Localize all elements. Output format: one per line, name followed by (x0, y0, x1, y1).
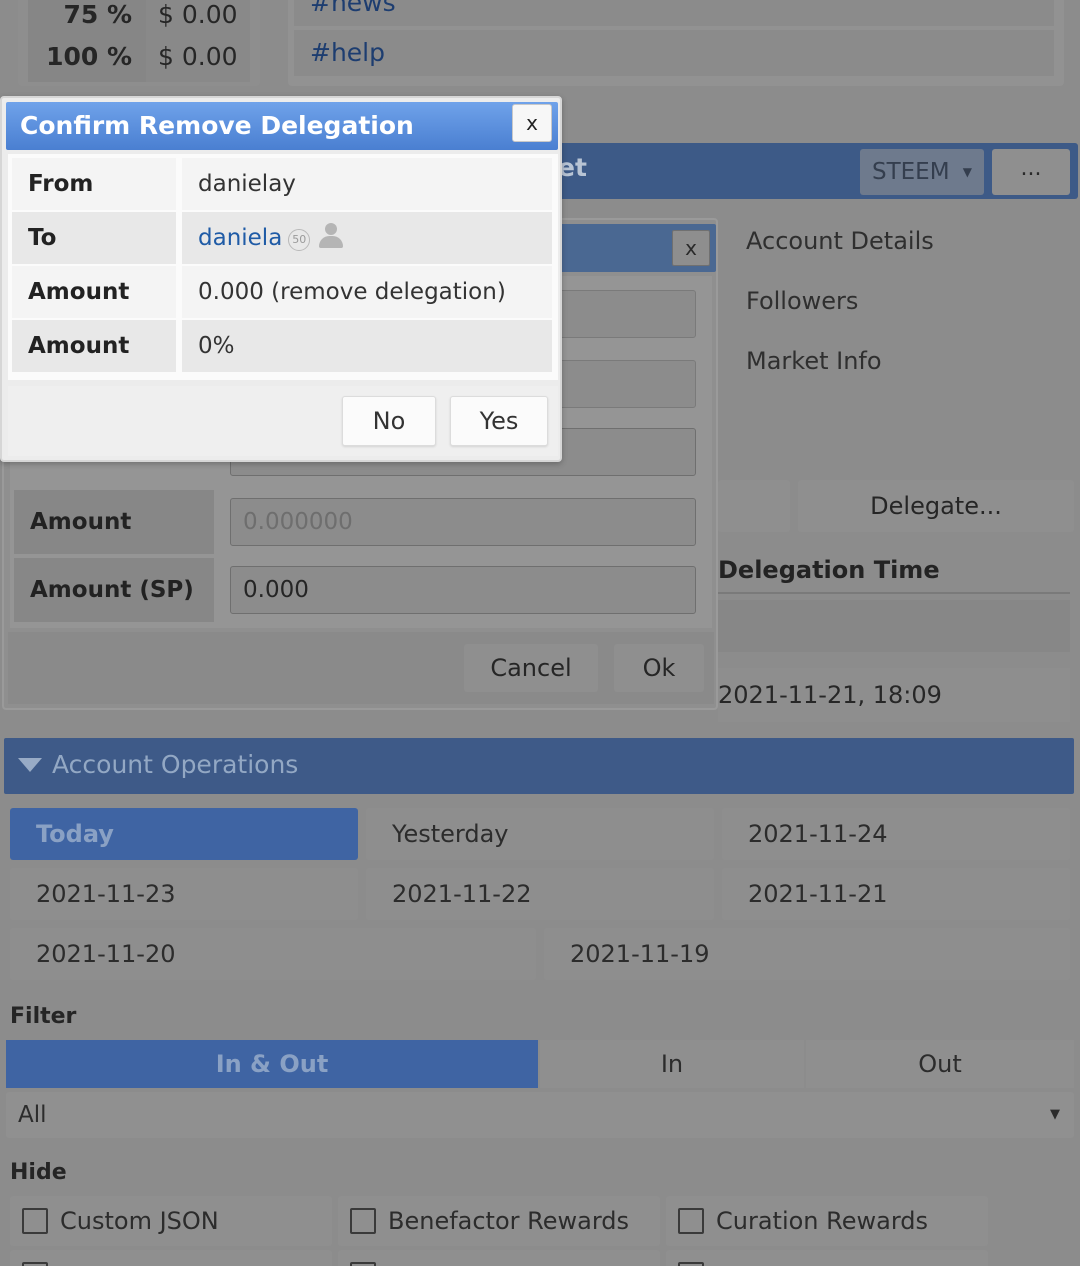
wallet-action-button[interactable] (718, 480, 790, 532)
wallet-title: et (558, 153, 587, 182)
chevron-down-icon: ▼ (962, 165, 972, 179)
confirm-dialog-title: Confirm Remove Delegation (20, 111, 414, 140)
yes-button[interactable]: Yes (450, 396, 548, 446)
account-operations-header[interactable]: Account Operations (4, 738, 1074, 794)
wallet-header: et STEEM ▼ ... (548, 143, 1078, 199)
hide-option-checkbox[interactable] (10, 1250, 332, 1266)
confirm-dialog-body: From danielay To daniela 50 Amount (SP) 0… (8, 154, 558, 411)
menu-spacer (718, 396, 1070, 458)
delegate-dialog-footer: Cancel Ok (8, 632, 714, 704)
more-button[interactable]: ... (992, 149, 1070, 195)
menu-market-info[interactable]: Market Info (718, 336, 1070, 386)
date-button[interactable]: 2021-11-22 (366, 868, 714, 920)
tag-news-link[interactable]: #news (294, 0, 1054, 26)
filter-in-out-tab[interactable]: In & Out (6, 1040, 538, 1088)
from-label: From (12, 158, 178, 210)
delegate-sp-field[interactable]: 0.000 (230, 566, 696, 614)
currency-select-value: STEEM (872, 159, 950, 185)
date-button[interactable]: 2021-11-20 (10, 928, 536, 980)
amount-sp-label: Amount (SP) (12, 266, 178, 357)
filter-label: Filter (10, 1004, 77, 1029)
delegate-dialog-close-button[interactable]: x (672, 230, 710, 266)
date-yesterday-button[interactable]: Yesterday (366, 808, 714, 860)
ok-button[interactable]: Ok (614, 644, 704, 692)
date-button[interactable]: 2021-11-19 (544, 928, 1070, 980)
confirm-row-from: From danielay (12, 158, 552, 210)
triangle-down-icon (18, 758, 42, 772)
filter-select-value: All (18, 1102, 47, 1128)
price-table: 75 % $ 0.00 100 % $ 0.00 (18, 0, 260, 86)
checkbox-label: Curation Rewards (716, 1207, 929, 1235)
currency-select[interactable]: STEEM ▼ (860, 149, 984, 195)
checkbox-icon (22, 1208, 48, 1234)
menu-followers[interactable]: Followers (718, 276, 1070, 326)
delegate-button[interactable]: Delegate... (798, 480, 1074, 532)
delegation-time-value: 2021-11-21, 18:09 (718, 668, 1070, 722)
confirm-dialog-footer: No Yes (8, 386, 558, 456)
hide-curation-rewards-checkbox[interactable]: Curation Rewards (666, 1196, 988, 1246)
delegate-row-sp: Amount (SP) 0.000 (14, 558, 708, 622)
amount-percent-label: Amount (%) (12, 320, 178, 411)
hide-option-checkbox[interactable] (338, 1250, 660, 1266)
checkbox-icon (350, 1208, 376, 1234)
price-row: 100 % $ 0.00 (28, 32, 250, 82)
to-account-link[interactable]: daniela (198, 225, 282, 251)
filter-out-tab[interactable]: Out (806, 1040, 1074, 1088)
date-button[interactable]: 2021-11-21 (722, 868, 1070, 920)
user-icon[interactable] (318, 222, 344, 248)
no-button[interactable]: No (342, 396, 436, 446)
checkbox-icon (350, 1262, 376, 1266)
account-operations-title: Account Operations (52, 750, 299, 779)
confirm-remove-delegation-dialog: Confirm Remove Delegation x From daniela… (0, 96, 562, 462)
menu-account-details[interactable]: Account Details (718, 216, 1070, 266)
hide-custom-json-checkbox[interactable]: Custom JSON (10, 1196, 332, 1246)
delegate-row-vests: Amount (Vests) 0.000000 (14, 490, 708, 599)
to-value: daniela 50 (182, 212, 552, 264)
delegate-vests-label: Amount (Vests) (14, 490, 214, 599)
cancel-button[interactable]: Cancel (464, 644, 598, 692)
checkbox-icon (678, 1262, 704, 1266)
amount-sp-value: 0.000 (remove delegation) (182, 266, 552, 318)
price-value: $ 0.00 (146, 32, 250, 82)
checkbox-icon (22, 1262, 48, 1266)
confirm-dialog-close-button[interactable]: x (512, 104, 552, 142)
amount-percent-value: 0% (182, 320, 552, 372)
delegation-time-header: Delegation Time (718, 548, 1070, 594)
reputation-badge: 50 (288, 229, 311, 251)
to-label: To (12, 212, 178, 264)
chevron-down-icon: ▼ (1050, 1107, 1060, 1122)
date-today-button[interactable]: Today (10, 808, 358, 860)
delegation-row (718, 600, 1070, 652)
date-button[interactable]: 2021-11-23 (10, 868, 358, 920)
checkbox-label: Benefactor Rewards (388, 1207, 630, 1235)
date-button[interactable]: 2021-11-24 (722, 808, 1070, 860)
filter-in-tab[interactable]: In (540, 1040, 804, 1088)
delegate-sp-label: Amount (SP) (14, 558, 214, 622)
tags-panel: #news #help (288, 0, 1064, 86)
from-value: danielay (182, 158, 552, 210)
hide-label: Hide (10, 1160, 67, 1185)
filter-select[interactable]: All ▼ (6, 1092, 1074, 1138)
checkbox-label: Custom JSON (60, 1207, 219, 1235)
tag-help-link[interactable]: #help (294, 30, 1054, 76)
hide-benefactor-rewards-checkbox[interactable]: Benefactor Rewards (338, 1196, 660, 1246)
checkbox-icon (678, 1208, 704, 1234)
confirm-row-amount-sp: Amount (SP) 0.000 (remove delegation) (12, 266, 552, 357)
hide-option-checkbox[interactable] (666, 1250, 988, 1266)
confirm-dialog-titlebar: Confirm Remove Delegation (6, 102, 558, 150)
price-percent: 100 % (28, 32, 146, 82)
delegate-vests-field[interactable]: 0.000000 (230, 498, 696, 546)
confirm-row-amount-percent: Amount (%) 0% (12, 320, 552, 411)
confirm-row-to: To daniela 50 (12, 212, 552, 264)
